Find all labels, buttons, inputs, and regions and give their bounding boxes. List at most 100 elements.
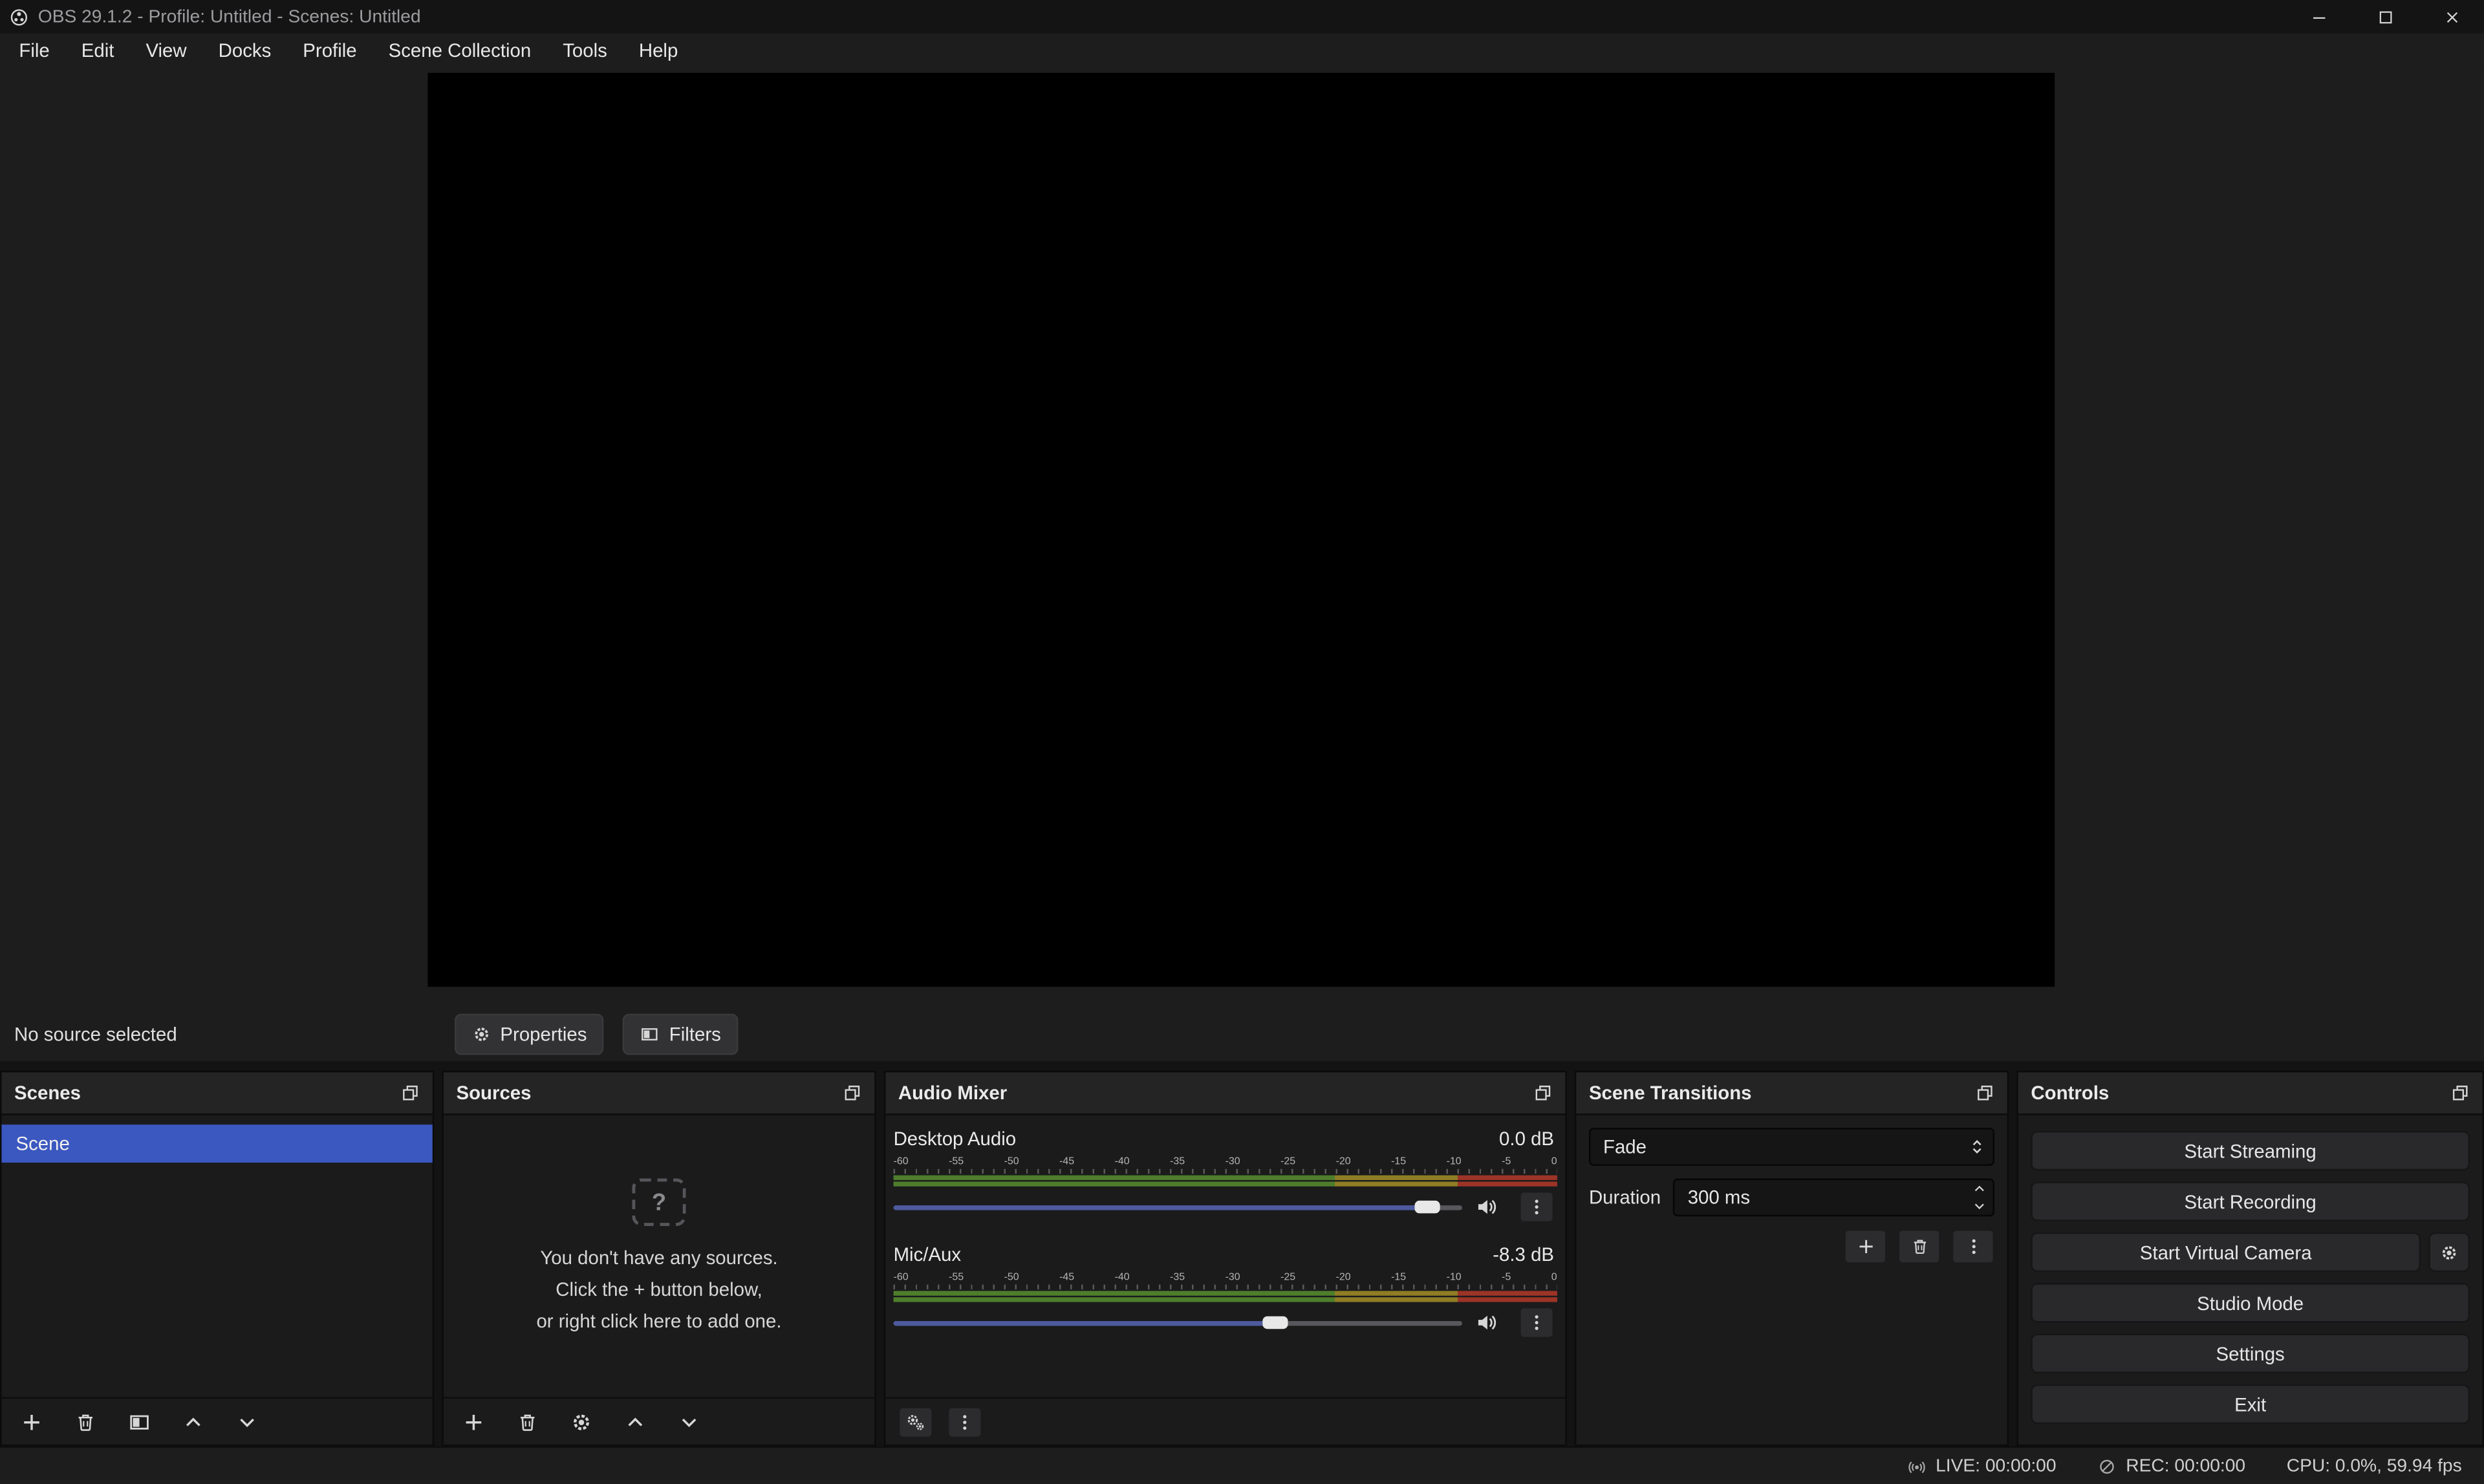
remove-transition-button[interactable] <box>1898 1229 1941 1264</box>
sources-empty-state: ? You don't have any sources. Click the … <box>444 1115 874 1397</box>
channel-options-button[interactable] <box>1519 1307 1554 1339</box>
preview-canvas[interactable] <box>427 73 2055 987</box>
controls-popout-button[interactable] <box>2451 1084 2470 1102</box>
meter-tick-label: -40 <box>1115 1272 1130 1285</box>
transition-select[interactable]: Fade <box>1589 1128 1994 1166</box>
audio-mixer-header[interactable]: Audio Mixer <box>885 1072 1565 1115</box>
source-selection-status: No source selected <box>14 1023 177 1045</box>
dock-area: Scenes Scene Sources <box>0 1061 2484 1446</box>
meter-tick-label: -60 <box>894 1156 909 1169</box>
kebab-icon <box>955 1412 974 1431</box>
menu-view[interactable]: View <box>130 35 202 67</box>
mute-button[interactable] <box>1475 1311 1497 1333</box>
properties-button[interactable]: Properties <box>454 1014 604 1055</box>
move-scene-up-button[interactable] <box>182 1410 204 1432</box>
meter-tick-label: -50 <box>1004 1156 1019 1169</box>
slider-fill <box>894 1320 1280 1325</box>
meter-tick-label: -10 <box>1447 1272 1462 1285</box>
duration-value: 300 ms <box>1675 1187 1966 1209</box>
controls-header[interactable]: Controls <box>2018 1072 2483 1115</box>
virtual-camera-settings-button[interactable] <box>2428 1232 2470 1272</box>
kebab-icon <box>1963 1237 1982 1256</box>
plus-icon <box>462 1410 484 1432</box>
close-button[interactable] <box>2443 7 2461 26</box>
meter-tick-label: -40 <box>1115 1156 1130 1169</box>
channel-level-db: 0.0 dB <box>1499 1128 1554 1150</box>
start-recording-button[interactable]: Start Recording <box>2031 1181 2470 1221</box>
mute-button[interactable] <box>1475 1196 1497 1218</box>
menu-file[interactable]: File <box>3 35 65 67</box>
volume-slider[interactable] <box>894 1194 1462 1220</box>
window-controls <box>2310 7 2475 26</box>
sources-popout-button[interactable] <box>843 1084 861 1102</box>
menu-docks[interactable]: Docks <box>202 35 287 67</box>
record-icon <box>2097 1456 2116 1475</box>
filters-icon <box>641 1025 660 1044</box>
filters-button[interactable]: Filters <box>623 1014 739 1055</box>
duration-decrement-button[interactable] <box>1966 1198 1993 1215</box>
slider-handle[interactable] <box>1263 1317 1288 1329</box>
channel-options-button[interactable] <box>1519 1191 1554 1223</box>
scene-list-item[interactable]: Scene <box>1 1124 432 1163</box>
scenes-list[interactable]: Scene <box>1 1115 432 1397</box>
studio-mode-button[interactable]: Studio Mode <box>2031 1283 2470 1322</box>
scene-transitions-panel: Scene Transitions Fade Duration 300 ms <box>1575 1071 2009 1446</box>
live-status: LIVE: 00:00:00 <box>1907 1456 2056 1475</box>
remove-source-button[interactable] <box>517 1410 539 1432</box>
meter-bar <box>894 1181 1557 1186</box>
remove-scene-button[interactable] <box>74 1410 96 1432</box>
settings-button[interactable]: Settings <box>2031 1334 2470 1373</box>
add-source-button[interactable] <box>462 1410 484 1432</box>
meter-bar <box>894 1176 1557 1180</box>
meter-tick-label: -55 <box>949 1272 964 1285</box>
menu-edit[interactable]: Edit <box>65 35 130 67</box>
sources-list[interactable]: ? You don't have any sources. Click the … <box>444 1115 874 1397</box>
add-transition-button[interactable] <box>1844 1229 1886 1264</box>
sources-toolbar <box>444 1397 874 1445</box>
minimize-button[interactable] <box>2310 7 2329 26</box>
scene-transitions-popout-button[interactable] <box>1976 1084 1994 1102</box>
sources-empty-line: Click the + button below, <box>556 1276 762 1302</box>
meter-tick-label: -30 <box>1226 1156 1240 1169</box>
scenes-popout-button[interactable] <box>401 1084 420 1102</box>
volume-slider[interactable] <box>894 1310 1462 1335</box>
popout-icon <box>401 1084 420 1102</box>
menu-help[interactable]: Help <box>623 35 693 67</box>
cpu-fps-text: CPU: 0.0%, 59.94 fps <box>2287 1456 2462 1475</box>
menu-scene-collection[interactable]: Scene Collection <box>373 35 547 67</box>
audio-mixer-popout-button[interactable] <box>1533 1084 1552 1102</box>
meter-tick-label: -20 <box>1336 1272 1351 1285</box>
sources-header[interactable]: Sources <box>444 1072 874 1115</box>
chevron-up-icon <box>1972 1181 1987 1196</box>
sources-panel: Sources ? You don't have any sources. Cl… <box>442 1071 876 1446</box>
add-scene-button[interactable] <box>21 1410 43 1432</box>
duration-spinbox[interactable]: 300 ms <box>1674 1179 1994 1217</box>
scene-filters-button[interactable] <box>128 1410 150 1432</box>
rec-status: REC: 00:00:00 <box>2097 1456 2245 1475</box>
menu-tools[interactable]: Tools <box>547 35 623 67</box>
scene-transitions-header[interactable]: Scene Transitions <box>1576 1072 2007 1115</box>
move-scene-down-button[interactable] <box>236 1410 258 1432</box>
advanced-audio-button[interactable] <box>898 1406 933 1437</box>
filters-label: Filters <box>669 1023 721 1045</box>
meter-tick-label: -30 <box>1226 1272 1240 1285</box>
source-toolbar: No source selected Properties Filters <box>0 1007 2484 1061</box>
mixer-options-button[interactable] <box>947 1406 982 1437</box>
start-virtual-camera-button[interactable]: Start Virtual Camera <box>2031 1232 2421 1272</box>
start-streaming-button[interactable]: Start Streaming <box>2031 1131 2470 1170</box>
menu-profile[interactable]: Profile <box>287 35 373 67</box>
scenes-header[interactable]: Scenes <box>1 1072 432 1115</box>
source-properties-button[interactable] <box>570 1410 592 1432</box>
maximize-button[interactable] <box>2376 7 2395 26</box>
channel-name: Desktop Audio <box>894 1128 1017 1150</box>
question-placeholder-icon: ? <box>632 1179 686 1226</box>
duration-increment-button[interactable] <box>1966 1180 1993 1198</box>
move-source-down-button[interactable] <box>678 1410 700 1432</box>
move-source-up-button[interactable] <box>624 1410 646 1432</box>
sources-empty-line: You don't have any sources. <box>540 1245 777 1270</box>
meter-tick-label: -55 <box>949 1156 964 1169</box>
slider-handle[interactable] <box>1415 1201 1440 1214</box>
properties-label: Properties <box>500 1023 587 1045</box>
exit-button[interactable]: Exit <box>2031 1384 2470 1424</box>
transition-options-button[interactable] <box>1952 1229 1994 1264</box>
